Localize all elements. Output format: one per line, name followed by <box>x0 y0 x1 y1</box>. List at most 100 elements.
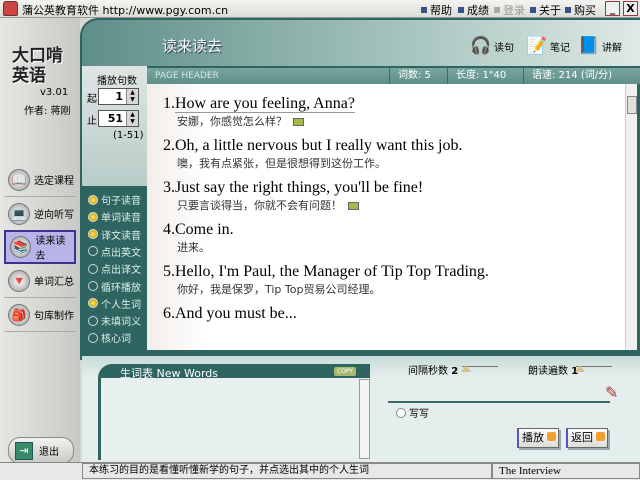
book-icon: 📖 <box>8 168 30 191</box>
nav-reverse-dictation[interactable]: 💻 逆向听写 <box>4 197 76 231</box>
notes-button[interactable]: 📝 笔记 <box>526 35 570 57</box>
repeat-slider-thumb[interactable] <box>575 365 585 372</box>
note-icon[interactable] <box>348 202 359 210</box>
option-label: 循环播放 <box>101 282 141 294</box>
english-sentence[interactable]: 3.Just say the right things, you'll be f… <box>163 178 625 198</box>
read-sentence-button[interactable]: 🎧 读句 <box>470 35 514 57</box>
radio-icon[interactable] <box>88 332 98 343</box>
sentence-item[interactable]: 4.Come in. 进来。 <box>163 220 625 256</box>
copy-button[interactable]: COPY <box>334 367 356 376</box>
english-sentence[interactable]: 1.How are you feeling, Anna? <box>163 94 625 114</box>
option-8[interactable]: 核心词 <box>88 330 131 345</box>
minimize-button[interactable]: _ <box>605 1 620 16</box>
nav-label: 单词汇总 <box>34 277 74 288</box>
nav-sentence-bank[interactable]: 🎒 句库制作 <box>4 298 76 332</box>
english-sentence[interactable]: 6.And you must be... <box>163 304 625 324</box>
option-label: 译文读音 <box>101 230 141 242</box>
explain-book-icon: 📘 <box>578 36 600 56</box>
menu-scores[interactable]: 成绩 <box>458 2 489 18</box>
radio-icon[interactable] <box>88 315 98 326</box>
lesson-title: The Interview <box>492 463 640 479</box>
chinese-translation[interactable]: 安娜，你感觉怎么样？ <box>163 114 625 130</box>
start-stepper[interactable]: 1 ▲ ▼ <box>98 88 139 105</box>
option-label: 个人生词 <box>101 299 141 311</box>
range-label: (1-51) <box>113 130 144 141</box>
chinese-translation[interactable]: 你好，我是保罗，Tip Top贸易公司经理。 <box>163 282 625 298</box>
status-bar: 本练习的目的是看懂听懂新学的句子，并点选出其中的个人生词 The Intervi… <box>0 462 640 480</box>
option-0[interactable]: 句子读音 <box>88 192 141 207</box>
chinese-translation[interactable]: 噢，我有点紧张，但是很想得到这份工作。 <box>163 156 625 172</box>
stepper-arrows[interactable]: ▲ ▼ <box>126 111 138 126</box>
option-1[interactable]: 单词读音 <box>88 209 141 224</box>
notepad-icon: 📝 <box>526 36 548 56</box>
exit-button[interactable]: ⇥ 退出 <box>8 437 74 464</box>
interval-label: 间隔秒数 2 <box>408 366 459 377</box>
headphones-icon: 🎧 <box>470 36 492 56</box>
chinese-translation[interactable]: 进来。 <box>163 240 625 256</box>
sentence-item[interactable]: 5.Hello, I'm Paul, the Manager of Tip To… <box>163 262 625 298</box>
length: 长度: 1"40 <box>448 68 524 84</box>
close-button[interactable]: X <box>623 1 638 16</box>
english-sentence[interactable]: 5.Hello, I'm Paul, the Manager of Tip To… <box>163 262 625 282</box>
radio-icon[interactable] <box>88 263 98 274</box>
nav-read[interactable]: 📚 读来读去 <box>4 230 76 264</box>
sentence-item[interactable]: 6.And you must be... <box>163 304 625 324</box>
note-icon[interactable] <box>293 118 304 126</box>
radio-icon[interactable] <box>88 211 98 222</box>
option-label: 点出译文 <box>101 265 141 277</box>
sentence-item[interactable]: 2.Oh, a little nervous but I really want… <box>163 136 625 172</box>
nav-label: 句库制作 <box>34 311 74 322</box>
sentence-list: 1.How are you feeling, Anna? 安娜，你感觉怎么样？ 2.… <box>147 84 625 350</box>
laptop-icon: 💻 <box>8 202 30 225</box>
divider <box>388 401 610 403</box>
bag-icon: 🎒 <box>8 303 30 326</box>
funnel-icon: 🔻 <box>8 269 30 292</box>
new-words-scrollbar[interactable] <box>359 379 370 459</box>
chinese-translation[interactable]: 只要言谈得当，你就不会有问题！ <box>163 198 625 214</box>
sentence-count-label: 播放句数 <box>97 76 137 87</box>
english-sentence[interactable]: 2.Oh, a little nervous but I really want… <box>163 136 625 156</box>
option-6[interactable]: 个人生词 <box>88 296 141 311</box>
write-option[interactable]: 写写 <box>396 405 429 420</box>
sentence-item[interactable]: 1.How are you feeling, Anna? 安娜，你感觉怎么样？ <box>163 94 625 130</box>
version: v3.01 <box>40 87 69 98</box>
radio-icon[interactable] <box>88 194 98 205</box>
end-stepper[interactable]: 51 ▲ ▼ <box>98 110 139 127</box>
nav-label: 读来读去 <box>35 236 66 262</box>
app-icon <box>3 1 18 16</box>
menu-help[interactable]: 帮助 <box>421 2 452 18</box>
option-2[interactable]: 译文读音 <box>88 227 141 242</box>
option-7[interactable]: 未填词义 <box>88 313 141 328</box>
new-words-title: 生词表 New Words <box>120 367 218 380</box>
play-button[interactable]: 播放 <box>517 428 559 448</box>
radio-icon[interactable] <box>88 298 98 309</box>
nav-label: 选定课程 <box>34 176 74 187</box>
radio-icon[interactable] <box>88 246 98 257</box>
sentence-item[interactable]: 3.Just say the right things, you'll be f… <box>163 178 625 214</box>
nav-word-summary[interactable]: 🔻 单词汇总 <box>4 264 76 298</box>
menu-login: 登录 <box>494 2 525 18</box>
speed: 语速: 214 (词/分) <box>532 70 612 81</box>
radio-icon[interactable] <box>88 281 98 291</box>
interval-slider-thumb[interactable] <box>461 365 471 372</box>
exit-label: 退出 <box>39 447 59 458</box>
page-title: 读来读去 <box>162 37 223 55</box>
option-label: 单词读音 <box>101 213 141 225</box>
option-label: 点出英文 <box>101 247 141 259</box>
option-3[interactable]: 点出英文 <box>88 244 141 259</box>
door-icon: ⇥ <box>15 441 33 460</box>
option-5[interactable]: 循环播放 <box>88 279 141 294</box>
content-scrollbar[interactable] <box>625 84 637 350</box>
nav-select-course[interactable]: 📖 选定课程 <box>4 163 76 197</box>
stepper-arrows[interactable]: ▲ ▼ <box>126 89 138 104</box>
english-sentence[interactable]: 4.Come in. <box>163 220 625 240</box>
menu-buy[interactable]: 购买 <box>565 2 596 18</box>
back-button[interactable]: 返回 <box>566 428 608 448</box>
explain-button[interactable]: 📘 讲解 <box>578 35 622 57</box>
menu-about[interactable]: 关于 <box>530 2 561 18</box>
option-4[interactable]: 点出译文 <box>88 261 141 276</box>
start-label: 起 <box>87 94 97 105</box>
content-header: PAGE HEADER 词数: 5 长度: 1"40 语速: 214 (词/分) <box>147 68 640 84</box>
radio-icon[interactable] <box>88 229 98 240</box>
option-label: 未填词义 <box>101 317 141 329</box>
